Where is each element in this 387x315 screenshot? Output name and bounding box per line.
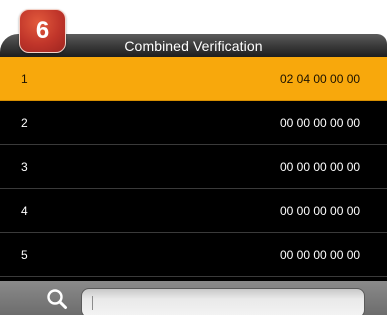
list-item-index: 4: [21, 204, 28, 218]
step-badge: 6: [19, 9, 66, 53]
text-caret: [92, 296, 93, 310]
list-item-index: 1: [21, 72, 28, 86]
list-item-index: 3: [21, 160, 28, 174]
screen: Combined Verification 6 1 02 04 00 00 00…: [0, 0, 387, 315]
list-item-index: 5: [21, 248, 28, 262]
list-item-1[interactable]: 1 02 04 00 00 00: [0, 57, 387, 101]
list-item-4[interactable]: 4 00 00 00 00 00: [0, 189, 387, 233]
search-input[interactable]: [81, 288, 365, 315]
magnifier-icon[interactable]: [46, 288, 68, 310]
list-item-3[interactable]: 3 00 00 00 00 00: [0, 145, 387, 189]
list-item-value: 00 00 00 00 00: [280, 248, 361, 262]
list-item-2[interactable]: 2 00 00 00 00 00: [0, 101, 387, 145]
list-item-index: 2: [21, 116, 28, 130]
verification-list: 1 02 04 00 00 00 2 00 00 00 00 00 3 00 0…: [0, 57, 387, 281]
list-item-value: 00 00 00 00 00: [280, 160, 361, 174]
list-item-value: 00 00 00 00 00: [280, 204, 361, 218]
search-bar: [0, 281, 387, 315]
list-item-value: 02 04 00 00 00: [280, 72, 361, 86]
list-item-value: 00 00 00 00 00: [280, 116, 361, 130]
step-number: 6: [35, 17, 50, 44]
list-item-5[interactable]: 5 00 00 00 00 00: [0, 233, 387, 277]
